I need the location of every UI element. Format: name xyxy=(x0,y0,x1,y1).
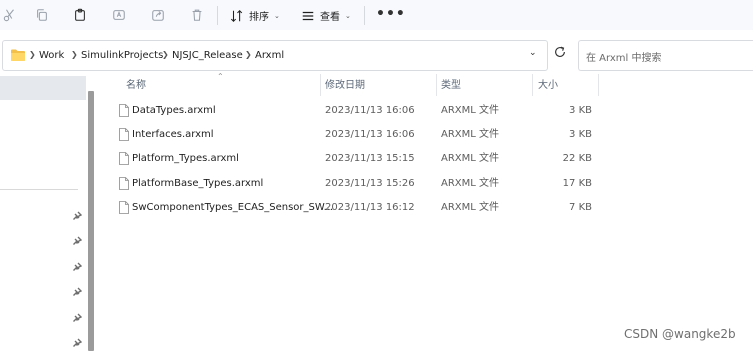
column-divider[interactable] xyxy=(436,74,437,96)
file-date: 2023/11/13 16:12 xyxy=(325,202,415,213)
file-name: DataTypes.arxml xyxy=(132,105,216,116)
pin-icon xyxy=(73,287,82,296)
watermark: CSDN @wangke2b xyxy=(624,327,736,341)
column-divider[interactable] xyxy=(532,74,533,96)
chevron-right-icon: ❯ xyxy=(162,50,169,59)
rename-icon[interactable] xyxy=(111,7,127,23)
file-date: 2023/11/13 16:06 xyxy=(325,129,415,140)
file-icon xyxy=(119,128,129,141)
file-date: 2023/11/13 15:15 xyxy=(325,153,415,164)
column-header-type[interactable]: 类型 xyxy=(441,80,461,92)
view-button[interactable]: 查看 ⌄ xyxy=(301,6,351,25)
file-type: ARXML 文件 xyxy=(441,178,500,189)
file-type: ARXML 文件 xyxy=(441,153,500,164)
file-size: 22 KB xyxy=(562,153,592,164)
file-type: ARXML 文件 xyxy=(441,202,500,213)
file-date: 2023/11/13 15:26 xyxy=(325,178,415,189)
column-header-size[interactable]: 大小 xyxy=(538,80,558,92)
sort-icon xyxy=(230,9,243,22)
cut-icon[interactable] xyxy=(2,7,18,23)
folder-icon xyxy=(11,49,25,61)
nav-item-selected[interactable] xyxy=(0,76,86,100)
pin-icon xyxy=(73,338,82,347)
breadcrumb-work[interactable]: Work xyxy=(39,49,64,62)
file-date: 2023/11/13 16:06 xyxy=(325,105,415,116)
pin-icon xyxy=(73,236,82,245)
file-size: 7 KB xyxy=(569,202,592,213)
file-size: 3 KB xyxy=(569,105,592,116)
sort-ascending-icon: ⌃ xyxy=(217,72,224,81)
chevron-right-icon: ❯ xyxy=(245,50,252,59)
command-bar: 排序 ⌄ 查看 ⌄ ••• xyxy=(0,0,753,30)
file-row[interactable]: Platform_Types.arxml 2023/11/13 15:15 AR… xyxy=(100,147,600,171)
nav-divider xyxy=(0,189,78,190)
delete-icon[interactable] xyxy=(189,7,205,23)
more-options-button[interactable]: ••• xyxy=(376,7,406,21)
pin-icon xyxy=(73,313,82,322)
copy-icon[interactable] xyxy=(34,7,50,23)
breadcrumb-simulinkprojects[interactable]: SimulinkProjects xyxy=(81,49,163,62)
file-icon xyxy=(119,104,129,117)
chevron-right-icon: ❯ xyxy=(71,50,78,59)
column-header-name[interactable]: 名称 xyxy=(126,80,146,92)
pin-icon xyxy=(73,262,82,271)
file-type: ARXML 文件 xyxy=(441,129,500,140)
address-bar[interactable]: ❯ Work ❯ SimulinkProjects ❯ NJSJC_Releas… xyxy=(2,40,548,71)
file-row[interactable]: PlatformBase_Types.arxml 2023/11/13 15:2… xyxy=(100,172,600,196)
file-name: PlatformBase_Types.arxml xyxy=(132,178,264,189)
view-label: 查看 xyxy=(320,12,340,23)
file-icon xyxy=(119,152,129,165)
file-row[interactable]: DataTypes.arxml 2023/11/13 16:06 ARXML 文… xyxy=(100,99,600,123)
file-name: SwComponentTypes_ECAS_Sensor_SW... xyxy=(132,202,334,213)
search-placeholder: 在 Arxml 中搜索 xyxy=(586,53,662,64)
file-size: 17 KB xyxy=(562,178,592,189)
column-divider[interactable] xyxy=(598,74,599,96)
breadcrumb-njsjc-release[interactable]: NJSJC_Release xyxy=(172,49,243,62)
toolbar-separator xyxy=(217,6,218,25)
chevron-down-icon: ⌄ xyxy=(274,11,280,20)
sort-label: 排序 xyxy=(249,12,269,23)
breadcrumb-arxml[interactable]: Arxml xyxy=(255,49,284,62)
file-name: Platform_Types.arxml xyxy=(132,153,239,164)
chevron-down-icon: ⌄ xyxy=(345,11,351,20)
chevron-right-icon: ❯ xyxy=(29,50,36,59)
pin-icon xyxy=(73,211,82,220)
chevron-down-icon[interactable]: ⌄ xyxy=(529,48,537,58)
file-row[interactable]: Interfaces.arxml 2023/11/13 16:06 ARXML … xyxy=(100,123,600,147)
nav-scrollbar[interactable] xyxy=(88,91,94,351)
file-name: Interfaces.arxml xyxy=(132,129,214,140)
sort-button[interactable]: 排序 ⌄ xyxy=(230,6,280,25)
column-divider[interactable] xyxy=(320,74,321,96)
toolbar-separator xyxy=(364,6,365,25)
file-size: 3 KB xyxy=(569,129,592,140)
column-header-date[interactable]: 修改日期 xyxy=(325,80,365,92)
file-row[interactable]: SwComponentTypes_ECAS_Sensor_SW... 2023/… xyxy=(100,196,600,220)
share-icon[interactable] xyxy=(150,7,166,23)
paste-icon[interactable] xyxy=(72,7,88,23)
file-icon xyxy=(119,201,129,214)
file-icon xyxy=(119,177,129,190)
view-icon xyxy=(302,11,314,20)
file-type: ARXML 文件 xyxy=(441,105,500,116)
search-input[interactable]: 在 Arxml 中搜索 xyxy=(578,40,753,71)
refresh-icon[interactable] xyxy=(553,45,567,59)
